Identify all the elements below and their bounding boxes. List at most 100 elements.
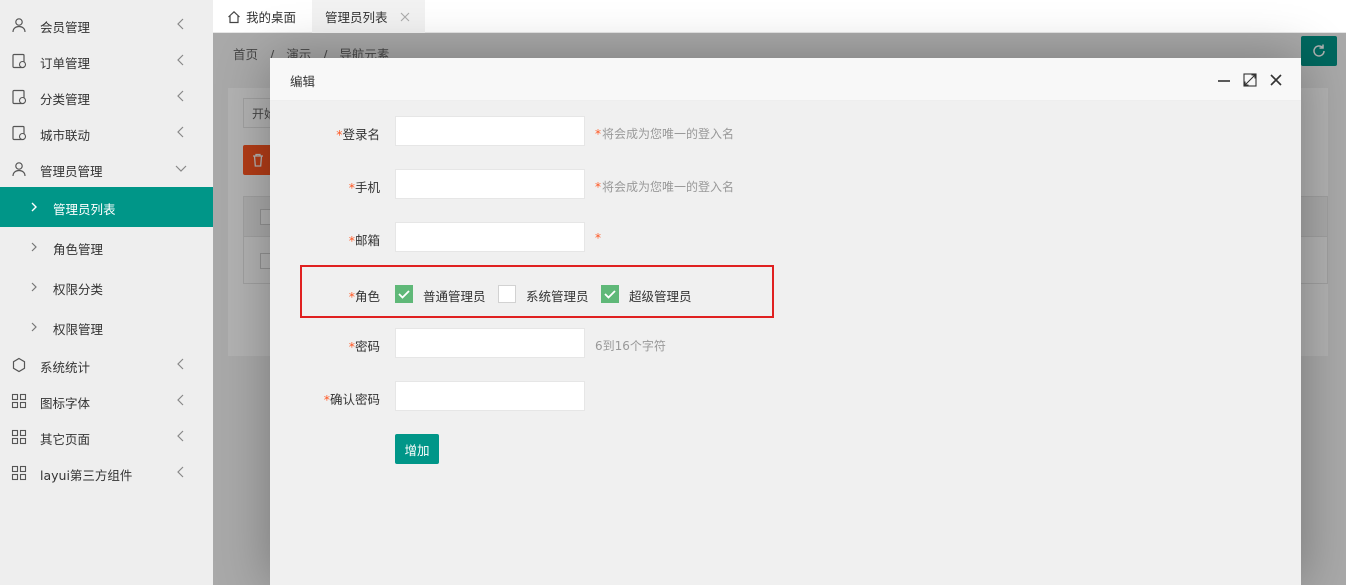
tab-bar: 我的桌面 管理员列表 — [213, 0, 1346, 33]
sidebar-item-label: 权限管理 — [53, 322, 104, 337]
required-mark: * — [595, 180, 601, 194]
password-row: *密码 6到16个字符 — [270, 328, 1301, 358]
phone-input[interactable] — [395, 169, 585, 199]
sidebar-item-label: 图标字体 — [40, 396, 91, 411]
sidebar-item-icon-fonts[interactable]: 图标字体 — [0, 383, 213, 419]
sidebar-item-label: 权限分类 — [53, 282, 104, 297]
role-label-super-admin[interactable]: 超级管理员 — [629, 286, 692, 305]
sidebar-item-categories[interactable]: 分类管理 — [0, 79, 213, 115]
sidebar-item-admin-list[interactable]: 管理员列表 — [0, 187, 213, 227]
chevron-down-icon — [175, 165, 187, 172]
sidebar-item-label: layui第三方组件 — [40, 468, 133, 483]
phone-hint: *将会成为您唯一的登入名 — [595, 178, 734, 195]
phone-hint-text: 将会成为您唯一的登入名 — [602, 180, 735, 194]
email-row: *邮箱 * — [270, 222, 1301, 252]
confirm-password-label: *确认密码 — [324, 389, 380, 408]
chevron-left-icon — [177, 394, 184, 406]
close-icon[interactable] — [1268, 72, 1284, 88]
chevron-left-icon — [177, 430, 184, 442]
chevron-right-icon — [31, 202, 37, 212]
stats-icon — [12, 357, 26, 373]
user-icon — [12, 18, 26, 33]
chevron-right-icon — [31, 282, 37, 292]
sidebar-item-label: 角色管理 — [53, 242, 104, 257]
required-mark: * — [595, 231, 601, 245]
chevron-left-icon — [177, 18, 184, 30]
category-icon — [12, 89, 27, 105]
check-icon — [398, 290, 410, 299]
sidebar-item-permission-categories[interactable]: 权限分类 — [0, 269, 213, 305]
chevron-left-icon — [177, 126, 184, 138]
grid-icon — [11, 429, 27, 445]
sidebar-item-label: 管理员列表 — [53, 202, 116, 217]
email-hint: * — [595, 231, 602, 245]
chevron-left-icon — [177, 90, 184, 102]
chevron-right-icon — [31, 242, 37, 252]
chevron-left-icon — [177, 358, 184, 370]
sidebar-item-permissions[interactable]: 权限管理 — [0, 309, 213, 345]
required-mark: * — [595, 127, 601, 141]
role-label-text: 角色 — [354, 289, 380, 304]
sidebar-item-other-pages[interactable]: 其它页面 — [0, 419, 213, 455]
role-checkbox-super-admin[interactable] — [601, 285, 619, 303]
password-input[interactable] — [395, 328, 585, 358]
tab-admin-list[interactable]: 管理员列表 — [312, 0, 425, 33]
order-icon — [12, 53, 27, 69]
login-name-label: *登录名 — [336, 124, 380, 143]
role-label: *角色 — [349, 286, 380, 305]
maximize-icon[interactable] — [1242, 72, 1258, 88]
dialog-title: 编辑 — [290, 74, 316, 89]
chevron-left-icon — [177, 54, 184, 66]
grid-icon — [11, 393, 27, 409]
sidebar-item-label: 其它页面 — [40, 432, 91, 447]
role-checkbox-system-admin[interactable] — [498, 285, 516, 303]
sidebar-item-members[interactable]: 会员管理 — [0, 7, 213, 43]
role-checkbox-normal-admin[interactable] — [395, 285, 413, 303]
login-name-input[interactable] — [395, 116, 585, 146]
tab-desktop[interactable]: 我的桌面 — [227, 0, 296, 33]
sidebar-item-admin[interactable]: 管理员管理 — [0, 151, 213, 187]
confirm-password-input[interactable] — [395, 381, 585, 411]
sidebar-item-label: 会员管理 — [40, 20, 91, 35]
chevron-left-icon — [177, 466, 184, 478]
login-name-hint: *将会成为您唯一的登入名 — [595, 125, 734, 142]
dialog-header: 编辑 — [270, 58, 1301, 101]
check-icon — [604, 290, 616, 299]
password-label: *密码 — [349, 336, 380, 355]
email-label-text: 邮箱 — [354, 233, 380, 248]
email-input[interactable] — [395, 222, 585, 252]
add-button[interactable]: 增加 — [395, 434, 439, 464]
sidebar-item-stats[interactable]: 系统统计 — [0, 347, 213, 383]
home-icon — [228, 10, 240, 23]
tab-label: 我的桌面 — [246, 10, 297, 25]
phone-label: *手机 — [349, 177, 380, 196]
sidebar-item-label: 系统统计 — [40, 360, 91, 375]
password-hint: 6到16个字符 — [595, 339, 666, 353]
sidebar-item-layui-components[interactable]: layui第三方组件 — [0, 455, 213, 491]
sidebar-item-label: 管理员管理 — [40, 164, 103, 179]
sidebar-item-label: 分类管理 — [40, 92, 91, 107]
role-label-normal-admin[interactable]: 普通管理员 — [423, 286, 486, 305]
close-icon[interactable] — [400, 12, 410, 22]
login-name-label-text: 登录名 — [342, 127, 380, 142]
edit-dialog: 编辑 *登录名 *将会成为您唯一的登入名 *手机 *将会成为您唯一的登入名 *邮… — [270, 58, 1301, 585]
sidebar-item-label: 城市联动 — [40, 128, 91, 143]
confirm-password-label-text: 确认密码 — [329, 392, 380, 407]
confirm-password-row: *确认密码 — [270, 381, 1301, 411]
login-name-row: *登录名 *将会成为您唯一的登入名 — [270, 116, 1301, 146]
phone-row: *手机 *将会成为您唯一的登入名 — [270, 169, 1301, 199]
chevron-right-icon — [31, 322, 37, 332]
sidebar-item-roles[interactable]: 角色管理 — [0, 229, 213, 265]
admin-icon — [12, 162, 26, 177]
city-icon — [12, 125, 27, 141]
phone-label-text: 手机 — [354, 180, 380, 195]
login-name-hint-text: 将会成为您唯一的登入名 — [602, 127, 735, 141]
tab-label: 管理员列表 — [325, 10, 388, 25]
password-label-text: 密码 — [354, 339, 380, 354]
email-label: *邮箱 — [349, 230, 380, 249]
role-label-system-admin[interactable]: 系统管理员 — [526, 286, 589, 305]
sidebar-item-city[interactable]: 城市联动 — [0, 115, 213, 151]
minimize-icon[interactable] — [1216, 72, 1232, 88]
grid-icon — [11, 465, 27, 481]
sidebar-item-orders[interactable]: 订单管理 — [0, 43, 213, 79]
